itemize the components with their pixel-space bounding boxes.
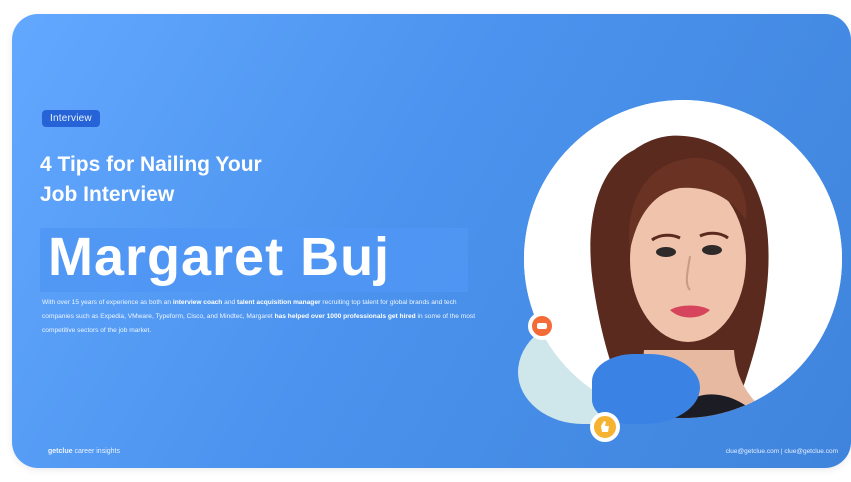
promo-card: Interview 4 Tips for Nailing Your Job In… [12,14,851,468]
description: With over 15 years of experience as both… [42,296,482,338]
headline-line-1: 4 Tips for Nailing Your [40,153,262,176]
thumbs-up-icon [590,412,620,442]
contact-footer: clue@getclue.com | clue@getclue.com [725,448,838,455]
headline-line-2: Job Interview [40,183,175,206]
desc-part-1: With over 15 years of experience as both… [42,299,173,306]
headline: 4 Tips for Nailing Your Job Interview [40,150,400,210]
brand-name: getclue [48,448,73,455]
category-badge: Interview [42,110,100,127]
brand-footer: getclue career insights [48,448,120,455]
speaker-name: Margaret Buj [48,227,391,287]
chat-bubble-icon [528,312,556,340]
desc-bold-2: talent acquisition manager [237,299,321,306]
desc-bold-1: interview coach [172,299,223,306]
desc-bold-3: has helped over 1000 professionals get h… [274,313,416,320]
brand-tagline: career insights [72,448,120,455]
desc-part-2: and [222,299,238,306]
